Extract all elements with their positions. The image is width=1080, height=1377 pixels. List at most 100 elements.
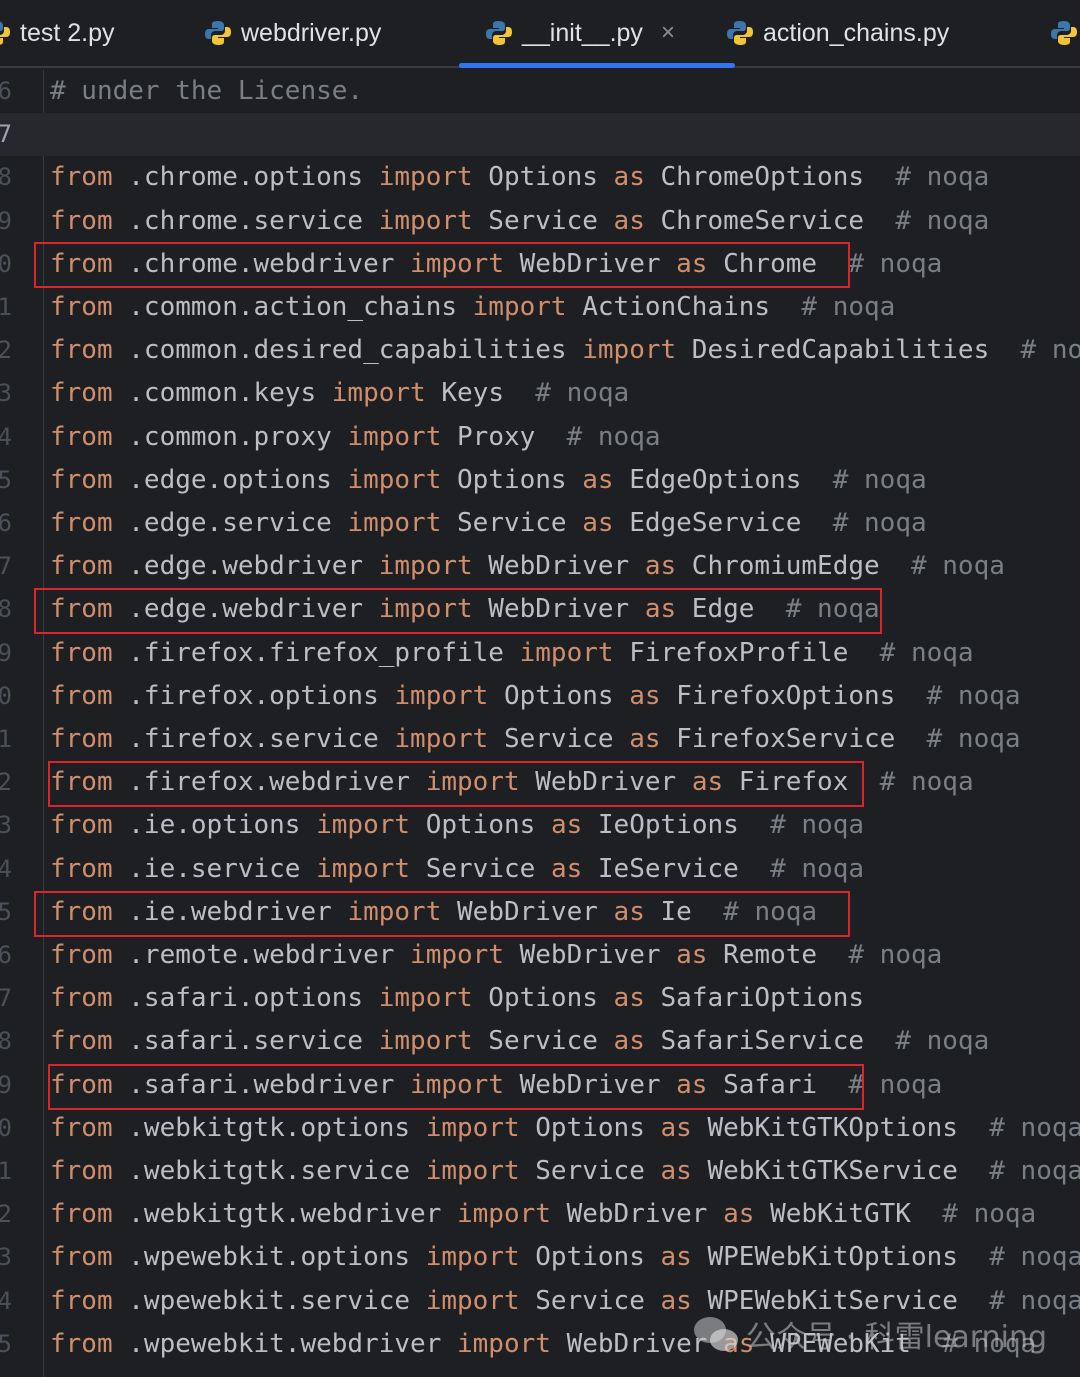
code-line[interactable]: 9 from .chrome.service import Service as …	[0, 200, 1080, 243]
code-line[interactable]: 6 from .edge.service import Service as Ed…	[0, 502, 1080, 545]
identifier: .wpewebkit.options	[112, 1242, 426, 1273]
code-line[interactable]: 7 from .safari.options import Options as …	[0, 977, 1080, 1020]
identifier: Service	[519, 1156, 661, 1186]
line-number: 8	[0, 1027, 12, 1056]
identifier: .firefox.options	[112, 680, 395, 711]
code-line[interactable]: 3 from .wpewebkit.options import Options …	[0, 1236, 1080, 1279]
keyword: from	[50, 1242, 113, 1273]
keyword: import	[394, 724, 489, 754]
keyword: import	[378, 1026, 473, 1057]
comment: # noqa	[566, 421, 661, 452]
watermark-text: 公众号 · 科雷learning	[746, 1320, 1047, 1355]
code-text: from .common.action_chains import Action…	[50, 286, 895, 329]
keyword: as	[660, 1285, 692, 1316]
line-number: 8	[0, 163, 12, 192]
code-line[interactable]: 2 from .common.desired_capabilities impor…	[0, 329, 1080, 372]
comment: # noqa	[801, 292, 896, 322]
keyword: from	[50, 335, 113, 366]
keyword: as	[723, 1199, 755, 1230]
code-text: from .edge.webdriver import WebDriver as…	[50, 545, 1005, 588]
identifier: .edge.options	[112, 464, 348, 495]
code-line[interactable]: 7	[0, 113, 1080, 157]
line-number: 7	[0, 984, 12, 1013]
identifier: .common.action_chains	[112, 292, 473, 322]
line-number: 0	[0, 1113, 12, 1142]
keyword: import	[519, 637, 614, 668]
identifier: WebKitGTKOptions	[691, 1112, 990, 1143]
code-line[interactable]: 8 from .chrome.options import Options as …	[0, 156, 1080, 199]
code-line[interactable]: 8 from .safari.service import Service as …	[0, 1020, 1080, 1063]
keyword: from	[50, 1199, 113, 1230]
line-number: 6	[0, 941, 12, 969]
python-icon	[0, 21, 10, 45]
keyword: from	[50, 724, 113, 754]
python-icon	[1051, 21, 1077, 45]
comment: # noqa	[989, 1242, 1080, 1273]
code-text: from .edge.options import Options as Edg…	[50, 459, 927, 502]
identifier: ChromeOptions	[644, 162, 896, 193]
keyword: import	[378, 162, 473, 193]
code-text: from .common.desired_capabilities import…	[50, 329, 1080, 372]
code-line[interactable]: 4 from .common.proxy import Proxy # noqa	[0, 416, 1080, 459]
keyword: import	[347, 508, 442, 538]
line-number: 9	[0, 638, 12, 667]
keyword: import	[378, 983, 473, 1014]
line-number: 1	[0, 725, 12, 753]
keyword: import	[316, 810, 411, 841]
code-line[interactable]: 0 from .firefox.options import Options as…	[0, 675, 1080, 718]
code-line[interactable]: 1 from .common.action_chains import Actio…	[0, 286, 1080, 329]
line-number: 3	[0, 1243, 12, 1272]
code-text: from .firefox.firefox_profile import Fir…	[50, 632, 974, 675]
tab-webdriver-py[interactable]: webdriver.py	[203, 0, 381, 66]
comment: # noqa	[989, 1156, 1080, 1186]
keyword: as	[629, 724, 661, 754]
keyword: from	[50, 1026, 113, 1057]
code-line[interactable]: 1 from .firefox.service import Service as…	[0, 718, 1080, 761]
code-line[interactable]: 1 from .webkitgtk.service import Service …	[0, 1150, 1080, 1193]
tab-test-2-py[interactable]: test 2.py	[0, 0, 115, 66]
line-number: 5	[0, 897, 12, 926]
keyword: import	[347, 421, 442, 452]
line-number: 0	[0, 249, 12, 278]
keyword: import	[582, 335, 677, 366]
code-text: from .firefox.service import Service as …	[50, 718, 1021, 761]
code-text: from .webkitgtk.service import Service a…	[50, 1150, 1080, 1193]
code-line[interactable]: 6 # under the License.	[0, 70, 1080, 113]
line-number: 1	[0, 293, 12, 321]
highlight-box	[48, 1064, 864, 1110]
code-line[interactable]: 6 from .remote.webdriver import WebDriver…	[0, 934, 1080, 977]
tab-init-py[interactable]: __init__.py ×	[459, 0, 735, 68]
keyword: as	[550, 853, 583, 884]
close-tab-icon[interactable]: ×	[661, 19, 675, 47]
identifier: Service	[519, 1285, 661, 1316]
python-icon	[727, 21, 753, 45]
code-line[interactable]: 2 from .webkitgtk.webdriver import WebDri…	[0, 1193, 1080, 1236]
code-line[interactable]: 3 from .ie.options import Options as IeOp…	[0, 804, 1080, 847]
keyword: from	[50, 551, 113, 582]
code-text: from .webkitgtk.options import Options a…	[50, 1107, 1080, 1150]
identifier: .webkitgtk.service	[112, 1156, 426, 1186]
code-line[interactable]: 4 from .ie.service import Service as IeSe…	[0, 848, 1080, 891]
line-number: 4	[0, 422, 12, 451]
identifier: ActionChains	[566, 292, 802, 322]
identifier: WebKitGTK	[754, 1199, 943, 1230]
code-line[interactable]: 5 from .edge.options import Options as Ed…	[0, 459, 1080, 502]
line-number: 2	[0, 768, 12, 797]
code-line[interactable]: 7 from .edge.webdriver import WebDriver a…	[0, 545, 1080, 588]
keyword: as	[660, 1112, 692, 1143]
code-line[interactable]: 0 from .webkitgtk.options import Options …	[0, 1107, 1080, 1150]
comment: # noqa	[535, 378, 630, 409]
keyword: import	[410, 940, 504, 970]
identifier: .common.proxy	[112, 421, 348, 452]
identifier: .common.desired_capabilities	[112, 335, 583, 366]
code-line[interactable]: 3 from .common.keys import Keys # noqa	[0, 372, 1080, 415]
tab-action-chains-py[interactable]: action_chains.py	[725, 0, 949, 66]
comment: # noqa	[895, 1026, 990, 1057]
code-line[interactable]: 9 from .firefox.firefox_profile import Fi…	[0, 632, 1080, 675]
comment: # noqa	[832, 464, 927, 495]
identifier: Options	[410, 810, 551, 841]
comment: # noqa	[910, 551, 1005, 582]
tab-next[interactable]	[1049, 0, 1080, 66]
identifier: .chrome.options	[112, 162, 379, 193]
keyword: from	[50, 292, 113, 322]
